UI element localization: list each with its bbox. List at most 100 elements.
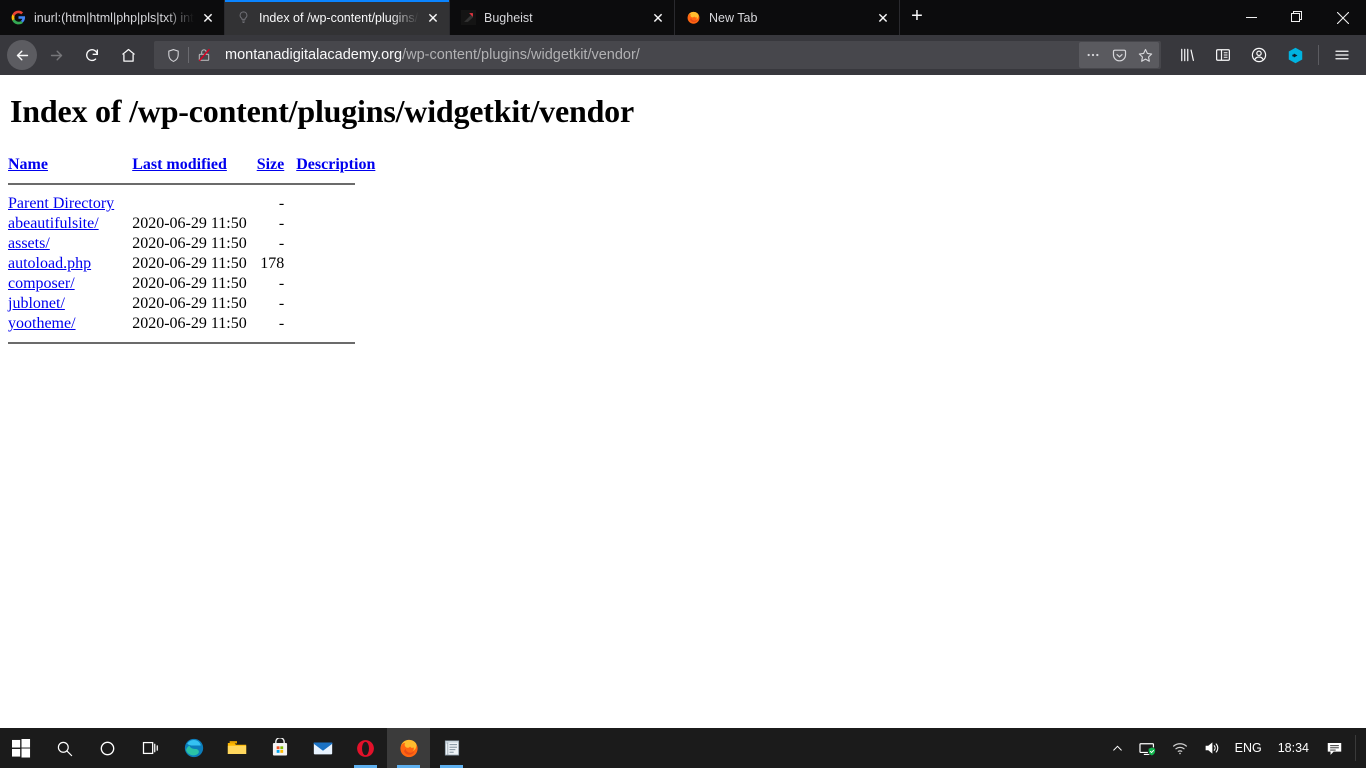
pocket-icon[interactable] [1106,43,1132,67]
directory-index-table: Name Last modified Size Description Pare… [8,156,375,344]
page-title: Index of /wp-content/plugins/widgetkit/v… [10,93,634,129]
file-link-abeautifulsite[interactable]: abeautifulsite/ [8,215,99,232]
file-link-assets[interactable]: assets/ [8,235,50,252]
table-bottom-rule-row [8,334,375,344]
sidebar-icon[interactable] [1206,40,1240,70]
wifi-icon[interactable] [1164,728,1196,768]
sort-by-description-link[interactable]: Description [296,156,375,173]
page-actions-icon[interactable] [1080,43,1106,67]
row-modified-cell: 2020-06-29 11:50 [132,215,247,232]
hamburger-menu-icon[interactable] [1325,40,1359,70]
sort-by-size-link[interactable]: Size [257,156,285,173]
file-link-autoload-php[interactable]: autoload.php [8,255,91,272]
taskbar-task-view[interactable] [129,728,172,768]
row-name-cell: yootheme/ [8,314,132,334]
urlbar-divider [188,47,189,63]
sort-by-modified-link[interactable]: Last modified [132,156,227,173]
url-text[interactable]: montanadigitalacademy.org/wp-content/plu… [217,47,1079,63]
close-button[interactable] [1320,0,1366,35]
table-row: jublonet/ 2020-06-29 11:50 - [8,294,375,314]
taskbar-edge[interactable] [172,728,215,768]
taskbar-notepad[interactable] [430,728,473,768]
forward-button[interactable] [39,40,73,70]
tab-close-button[interactable]: ✕ [873,8,893,28]
firefox-window: inurl:(htm|html|php|pls|txt) inti ✕ Inde… [0,0,1366,728]
row-name-cell: autoload.php [8,254,132,274]
url-bar[interactable]: montanadigitalacademy.org/wp-content/plu… [154,41,1161,69]
tab-close-button[interactable]: ✕ [648,8,668,28]
table-row: composer/ 2020-06-29 11:50 - [8,274,375,294]
tab-google-search[interactable]: inurl:(htm|html|php|pls|txt) inti ✕ [0,0,225,35]
extension-hexagon-icon[interactable] [1278,40,1312,70]
new-tab-button[interactable]: + [900,0,934,35]
table-top-rule-cell [8,178,375,194]
library-icon[interactable] [1170,40,1204,70]
row-size-cell: - [278,195,285,212]
row-modified-cell: 2020-06-29 11:50 [132,235,247,252]
chevron-up-icon[interactable] [1104,728,1131,768]
taskbar-cortana[interactable] [86,728,129,768]
taskbar-opera[interactable] [344,728,387,768]
row-name-cell: Parent Directory [8,194,132,214]
tab-title: New Tab [709,10,758,25]
url-host: montanadigitalacademy.org [225,47,403,63]
row-size-cell: 178 [260,255,285,272]
shield-icon[interactable] [160,43,186,67]
default-page-icon [235,10,251,26]
row-description-cell [296,234,375,254]
minimize-button[interactable] [1228,0,1274,35]
taskbar-microsoft-store[interactable] [258,728,301,768]
row-name-cell: assets/ [8,234,132,254]
toolbar-divider [1318,45,1319,65]
tab-new-tab[interactable]: New Tab ✕ [675,0,900,35]
file-link-yootheme[interactable]: yootheme/ [8,315,76,332]
security-monitor-icon[interactable] [1131,728,1164,768]
clock[interactable]: 18:34 [1269,728,1318,768]
reload-button[interactable] [75,40,109,70]
taskbar-search[interactable] [43,728,86,768]
tab-close-button[interactable]: ✕ [198,8,218,28]
home-button[interactable] [111,40,145,70]
row-name-cell: composer/ [8,274,132,294]
page-content: Index of /wp-content/plugins/widgetkit/v… [0,75,1366,728]
language-indicator[interactable]: ENG [1228,728,1269,768]
url-path: /wp-content/plugins/widgetkit/vendor/ [402,47,640,63]
row-size-cell: - [278,235,285,252]
google-icon [10,10,26,26]
taskbar-mail[interactable] [301,728,344,768]
insecure-lock-icon[interactable] [191,43,217,67]
file-link-parent-directory[interactable]: Parent Directory [8,195,114,212]
tab-index-of-vendor[interactable]: Index of /wp-content/plugins/w ✕ [225,0,450,35]
notifications-icon[interactable] [1318,728,1351,768]
column-header-description: Description [296,156,375,178]
taskbar-firefox[interactable] [387,728,430,768]
show-desktop-button[interactable] [1356,728,1362,768]
windows-taskbar: ENG 18:34 [0,728,1366,768]
sort-by-name-link[interactable]: Name [8,156,48,173]
row-description-cell [296,274,375,294]
back-button[interactable] [7,40,37,70]
header-rule [8,183,355,185]
tab-bugheist[interactable]: Bugheist ✕ [450,0,675,35]
row-modified-cell [132,194,257,214]
toolbar-right-buttons [1169,40,1360,70]
navigation-toolbar: montanadigitalacademy.org/wp-content/plu… [0,35,1366,75]
row-description-cell [296,214,375,234]
taskbar-file-explorer[interactable] [215,728,258,768]
system-tray: ENG 18:34 [1104,728,1366,768]
tab-title: inurl:(htm|html|php|pls|txt) inti [34,10,194,25]
account-icon[interactable] [1242,40,1276,70]
tab-close-button[interactable]: ✕ [423,8,443,28]
taskbar-spacer [473,728,1104,768]
bugheist-icon [460,10,476,26]
speaker-icon[interactable] [1196,728,1228,768]
file-link-composer[interactable]: composer/ [8,275,75,292]
table-top-rule-row [8,178,375,194]
tab-title: Bugheist [484,10,533,25]
file-link-jublonet[interactable]: jublonet/ [8,295,65,312]
taskbar-items [0,728,473,768]
start-button[interactable] [0,728,43,768]
restore-button[interactable] [1274,0,1320,35]
row-modified-cell: 2020-06-29 11:50 [132,275,247,292]
star-icon[interactable] [1132,43,1158,67]
